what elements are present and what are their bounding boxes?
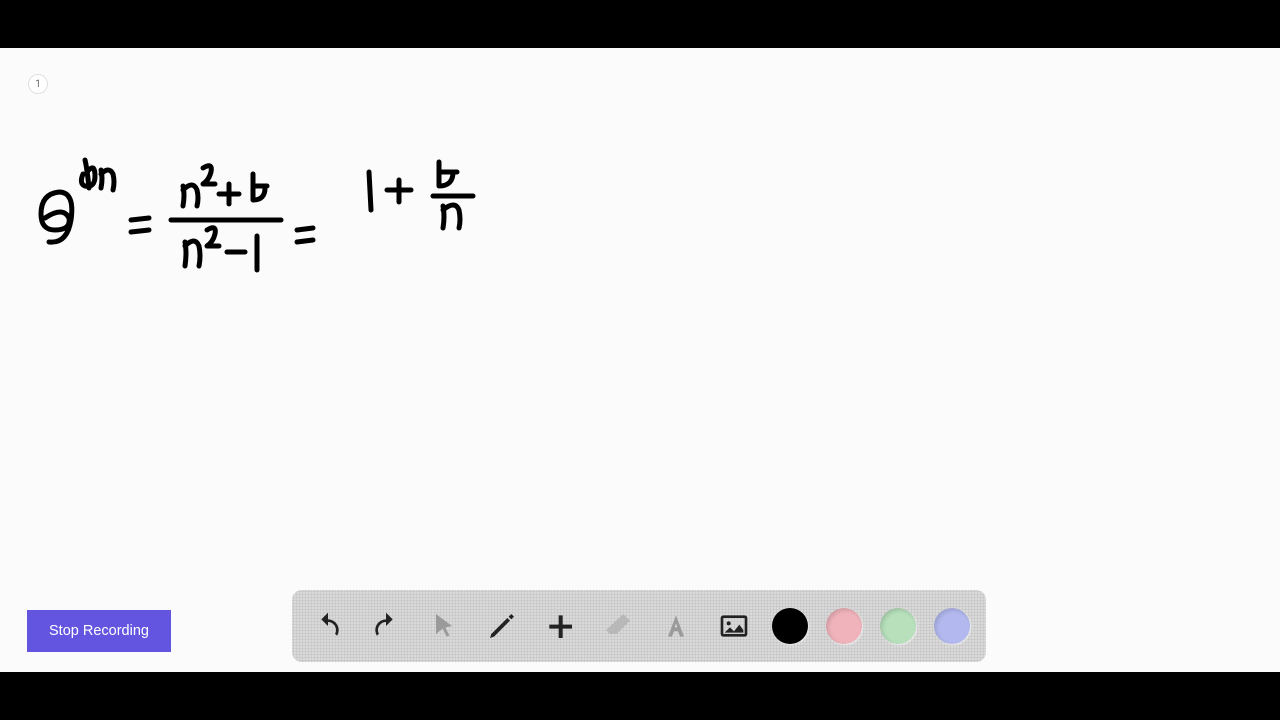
pointer-button[interactable] xyxy=(424,606,464,646)
eraser-icon xyxy=(602,610,634,642)
redo-icon xyxy=(370,610,402,642)
text-button[interactable] xyxy=(656,606,696,646)
toolbar xyxy=(292,590,986,662)
page-number-badge: 1 xyxy=(28,74,48,94)
image-button[interactable] xyxy=(714,606,754,646)
letterbox-top xyxy=(0,0,1280,48)
color-swatch-pink[interactable] xyxy=(826,608,862,644)
image-icon xyxy=(718,610,750,642)
pen-button[interactable] xyxy=(482,606,522,646)
redo-button[interactable] xyxy=(366,606,406,646)
text-icon xyxy=(660,610,692,642)
pen-icon xyxy=(486,610,518,642)
handwriting-strokes xyxy=(35,148,505,328)
letterbox-bottom xyxy=(0,672,1280,720)
stop-recording-button[interactable]: Stop Recording xyxy=(27,610,171,652)
add-button[interactable] xyxy=(540,606,580,646)
page-number: 1 xyxy=(35,79,41,90)
stop-recording-label: Stop Recording xyxy=(49,623,149,639)
eraser-button[interactable] xyxy=(598,606,638,646)
whiteboard-canvas[interactable]: 1 xyxy=(0,48,1280,672)
color-swatch-green[interactable] xyxy=(880,608,916,644)
color-swatch-blue[interactable] xyxy=(934,608,970,644)
undo-icon xyxy=(312,610,344,642)
pointer-icon xyxy=(428,610,460,642)
undo-button[interactable] xyxy=(308,606,348,646)
plus-icon xyxy=(544,610,576,642)
color-swatch-black[interactable] xyxy=(772,608,808,644)
